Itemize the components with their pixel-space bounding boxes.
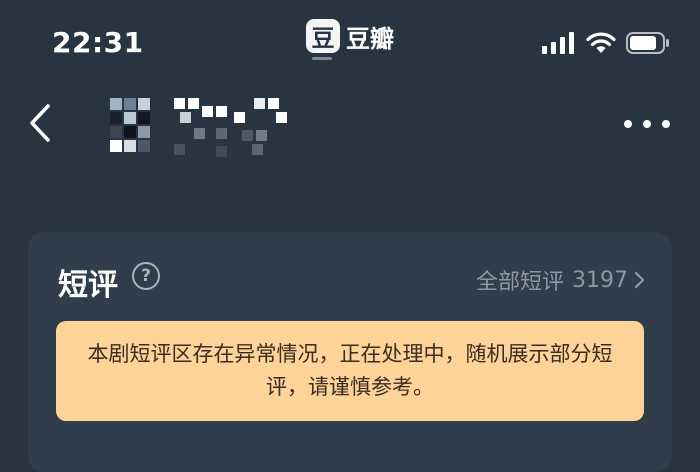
pixelated-title <box>172 98 292 164</box>
navigation-bar <box>0 88 700 164</box>
chevron-left-icon <box>30 104 50 142</box>
app-indicator-name: 豆瓣 <box>346 24 394 53</box>
section-title: 短评 <box>58 268 118 303</box>
more-horizontal-icon-dot <box>643 120 651 128</box>
back-button[interactable] <box>22 98 62 148</box>
all-reviews-link[interactable]: 全部短评 3197 <box>476 264 646 296</box>
cellular-signal-icon <box>542 32 574 54</box>
help-icon[interactable]: ? <box>132 262 160 290</box>
warning-notice: 本剧短评区存在异常情况，正在处理中，随机展示部分短评，请谨慎参考。 <box>56 321 644 421</box>
battery-icon <box>626 32 669 54</box>
pixelated-avatar <box>110 98 150 158</box>
app-indicator-underline <box>312 57 332 60</box>
status-time: 22:31 <box>52 26 144 59</box>
status-icons <box>542 30 670 56</box>
all-reviews-count: 3197 <box>572 267 628 293</box>
short-reviews-card: 短评 ? 全部短评 3197 本剧短评区存在异常情况，正在处理中，随机展示部分短… <box>28 232 672 472</box>
app-indicator[interactable]: 豆 豆瓣 <box>306 18 394 54</box>
chevron-right-icon <box>634 271 645 289</box>
status-bar: 22:31 豆 豆瓣 <box>0 0 700 80</box>
more-horizontal-icon-dot <box>662 120 670 128</box>
more-options-button[interactable] <box>624 114 670 134</box>
more-horizontal-icon-dot <box>624 120 632 128</box>
wifi-icon <box>586 32 616 53</box>
all-reviews-label: 全部短评 <box>475 270 564 295</box>
warning-notice-text: 本剧短评区存在异常情况，正在处理中，随机展示部分短评，请谨慎参考。 <box>87 342 613 399</box>
douban-logo-icon: 豆 <box>306 19 340 53</box>
